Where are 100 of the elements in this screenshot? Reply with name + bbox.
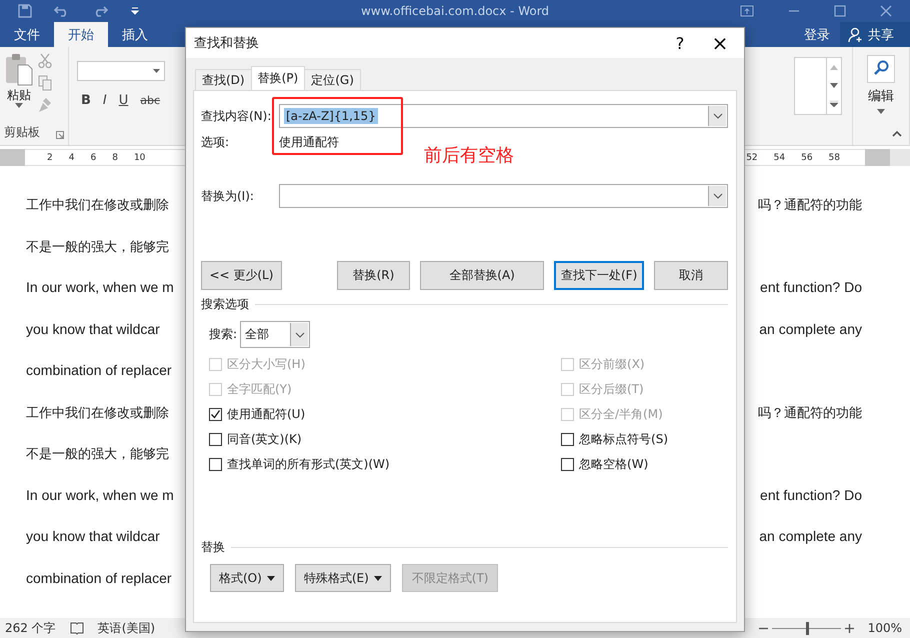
checkbox[interactable]	[209, 458, 222, 471]
checkbox-label: 区分前缀(X)	[579, 356, 645, 373]
find-field[interactable]: [a-zA-Z]{1,15}	[279, 104, 728, 128]
caret-icon	[15, 103, 23, 108]
ruler-number: 56	[801, 152, 813, 162]
search-dropdown[interactable]: 全部	[240, 321, 310, 348]
checkbox[interactable]	[209, 433, 222, 446]
format-menu-button[interactable]: 格式(O)	[210, 564, 284, 592]
checkbox-label: 查找单词的所有形式(英文)(W)	[227, 456, 390, 473]
sign-in-link[interactable]: 登录	[794, 22, 840, 47]
checkbox-label: 同音(英文)(K)	[227, 431, 302, 448]
scissors-icon[interactable]	[38, 53, 52, 69]
dialog-tab[interactable]: 替换(P)	[250, 66, 306, 90]
ruler-number: 54	[774, 152, 786, 162]
scroll-down-icon[interactable]	[830, 82, 838, 88]
text-line: 工作中我们在修改或删除	[26, 197, 169, 214]
zoom-level[interactable]: 100%	[868, 621, 902, 635]
format-button[interactable]: abc	[136, 93, 164, 108]
font-name-field[interactable]	[77, 61, 165, 81]
save-icon[interactable]	[18, 4, 32, 18]
text-line: an complete any	[759, 528, 862, 544]
checkbox-label: 全字匹配(Y)	[227, 381, 292, 398]
dialog-tab[interactable]: 定位(G)	[304, 69, 361, 90]
annotation-text: 前后有空格	[424, 144, 514, 167]
text-line: In our work, when we m	[26, 486, 174, 502]
format-button[interactable]: B	[77, 93, 95, 108]
book-icon[interactable]	[70, 622, 84, 634]
text-line: combination of replacer	[26, 570, 172, 586]
checkbox-label: 区分后缀(T)	[579, 381, 644, 398]
checkbox[interactable]	[561, 433, 574, 446]
text-line: In our work, when we m	[26, 279, 174, 295]
text-line: an complete any	[759, 320, 862, 336]
share-button[interactable]: 共享	[840, 22, 910, 47]
field-label: 选项:	[201, 134, 230, 150]
ruler-number: 4	[68, 152, 74, 162]
zoom-in-icon[interactable]	[844, 624, 854, 632]
window-title: www.officebai.com.docx - Word	[360, 4, 550, 18]
text-line: 不是一般的强大，能够完	[26, 238, 169, 256]
section-heading: 搜索选项	[201, 296, 249, 313]
ruler-number: 52	[746, 152, 758, 162]
options-value: 使用通配符	[279, 134, 339, 150]
search-icon	[867, 55, 895, 83]
scroll-up-icon[interactable]	[830, 64, 838, 70]
checkbox[interactable]	[209, 408, 222, 421]
dialog-button[interactable]: 全部替换(A)	[420, 261, 544, 290]
text-line: you know that wildcar	[26, 320, 160, 336]
text-line: ent function? Do	[760, 486, 862, 502]
replace-field[interactable]	[279, 184, 728, 208]
more-icon[interactable]	[830, 101, 838, 108]
caret-icon	[153, 69, 160, 73]
dialog-button[interactable]: 取消	[654, 261, 728, 290]
brush-icon[interactable]	[38, 97, 52, 113]
group-label: 剪贴板	[4, 124, 40, 141]
text-line: 工作中我们在修改或删除	[26, 404, 169, 422]
word-count[interactable]: 262 个字	[5, 620, 56, 636]
text-line: 吗？通配符的功能	[758, 197, 862, 214]
customize-icon[interactable]	[130, 6, 140, 16]
editing-button[interactable]: 编辑	[867, 55, 895, 139]
checkbox[interactable]	[561, 458, 574, 471]
dialog-launcher-icon[interactable]	[56, 131, 64, 139]
dialog-tab[interactable]: 查找(D)	[195, 69, 252, 90]
ruler-number: 2	[47, 152, 53, 162]
dialog-title: 查找和替换	[194, 35, 260, 52]
text-line: ent function? Do	[760, 279, 862, 295]
ruler-number: 6	[90, 152, 96, 162]
dialog-button[interactable]: 查找下一处(F)	[554, 261, 644, 290]
close-button[interactable]: ×	[700, 29, 740, 57]
field-label: 替换为(I):	[201, 188, 255, 204]
ruler-number: 8	[112, 152, 118, 162]
dialog-button[interactable]: 替换(R)	[336, 261, 410, 290]
zoom-slider[interactable]	[758, 624, 854, 632]
text-line: combination of replacer	[26, 362, 172, 378]
ribbon-display-icon[interactable]	[740, 5, 754, 17]
ribbon-tab[interactable]: 开始	[54, 22, 108, 47]
text-line: 不是一般的强大，能够完	[26, 446, 169, 463]
text-line: 吗？通配符的功能	[758, 404, 862, 422]
ribbon-tab[interactable]: 文件	[0, 22, 54, 47]
format-button[interactable]: I	[98, 93, 111, 108]
dialog-button[interactable]: << 更少(L)	[201, 261, 282, 290]
checkbox-label: 区分全/半角(M)	[579, 406, 663, 423]
format-button[interactable]: U	[114, 93, 132, 108]
ruler-number: 10	[134, 152, 146, 162]
caret-icon	[877, 109, 885, 114]
format-menu-button[interactable]: 特殊格式(E)	[294, 564, 391, 592]
paste-button[interactable]: 粘贴	[4, 53, 34, 108]
copy-icon[interactable]	[38, 75, 52, 91]
close-icon[interactable]	[880, 5, 892, 17]
text-line: you know that wildcar	[26, 528, 160, 544]
section-heading: 替换	[201, 539, 225, 556]
field-label: 查找内容(N):	[201, 108, 272, 124]
ruler-margin	[0, 149, 25, 166]
maximize-icon[interactable]	[834, 5, 846, 17]
collapse-ribbon-icon[interactable]	[892, 130, 902, 137]
help-button[interactable]: ?	[660, 29, 700, 57]
language[interactable]: 英语(美国)	[98, 620, 156, 636]
person-add-icon	[848, 26, 864, 42]
checkbox-label: 忽略空格(W)	[579, 456, 648, 473]
clipboard-icon	[4, 53, 34, 87]
ribbon-tab[interactable]: 插入	[108, 22, 162, 47]
checkbox-label: 区分大小写(H)	[227, 356, 306, 373]
